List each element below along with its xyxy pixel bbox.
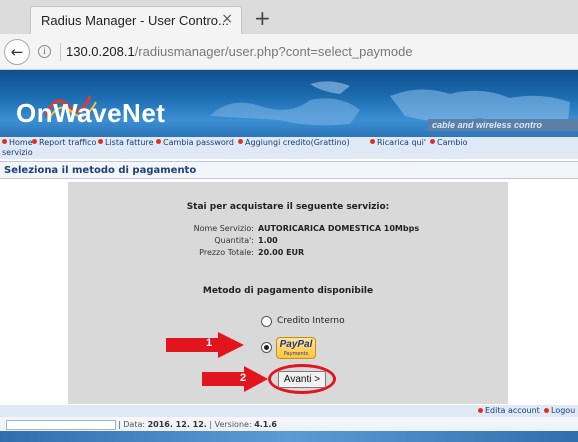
page-title: Seleziona il metodo di pagamento [4, 165, 197, 176]
user-menu: Home Report traffico Lista fatture Cambi… [0, 137, 578, 159]
bullet-icon [478, 408, 483, 413]
footer-meta: | Data: 2016. 12. 12. | Versione: 4.1.6 [118, 420, 277, 429]
info-icon[interactable]: i [38, 45, 51, 58]
url-host: 130.0.208.1 [66, 44, 135, 59]
footer-input-box [6, 420, 116, 430]
panel-heading: Stai per acquistare il seguente servizio… [186, 202, 390, 212]
paypal-logo-text: PayPal [279, 339, 313, 350]
quantity-label: Quantita': [214, 236, 254, 245]
menu-item-report-traffico[interactable]: Report traffico [32, 138, 96, 148]
bullet-icon [370, 139, 375, 144]
bullet-icon [238, 139, 243, 144]
browser-tab-bar: Radius Manager - User Contro... × + [0, 0, 578, 34]
price-value: 20.00 EUR [258, 248, 305, 257]
edit-account-link[interactable]: Edita account [478, 406, 540, 415]
service-name-value: AUTORICARICA DOMESTICA 10Mbps [258, 224, 420, 233]
logout-link[interactable]: Logou [544, 406, 575, 415]
annotation-number-2: 2 [240, 372, 247, 384]
menu-item-home[interactable]: Home [2, 138, 33, 148]
price-label: Prezzo Totale: [199, 248, 254, 257]
radio-label-credito-interno: Credito Interno [277, 316, 345, 326]
menu-item-ricarica-qui[interactable]: Ricarica qui' [370, 138, 426, 148]
close-icon[interactable]: × [221, 11, 233, 27]
annotation-number-1: 1 [206, 337, 213, 349]
bullet-icon [2, 139, 7, 144]
url-path: /radiusmanager/user.php?cont=select_paym… [134, 44, 413, 59]
browser-nav-bar: ← i 130.0.208.1/radiusmanager/user.php?c… [0, 34, 578, 70]
url-divider [60, 43, 61, 61]
bullet-icon [544, 408, 549, 413]
new-tab-icon[interactable]: + [254, 6, 271, 30]
browser-tab[interactable]: Radius Manager - User Contro... × [30, 6, 242, 34]
menu-item-cambio-servizio[interactable]: Cambio [430, 138, 467, 148]
footer-decoration [0, 431, 578, 442]
bullet-icon [430, 139, 435, 144]
avanti-button[interactable]: Avanti > [278, 371, 326, 388]
site-banner: OnWaveNet cable and wireless contro [0, 70, 578, 137]
bullet-icon [32, 139, 37, 144]
back-arrow-icon[interactable]: ← [4, 39, 30, 65]
menu-item-cambia-password[interactable]: Cambia password [156, 138, 234, 148]
radio-credito-interno[interactable] [261, 316, 272, 327]
brand-logo[interactable]: OnWaveNet [16, 98, 165, 129]
footer-links-bar: Edita account Logou [0, 405, 578, 417]
menu-item-aggiungi-credito[interactable]: Aggiungi credito(Grattino) [238, 138, 350, 148]
paypal-logo-subtext: Payments [283, 351, 309, 357]
purchase-panel: Stai per acquistare il seguente servizio… [68, 182, 508, 404]
tab-title: Radius Manager - User Contro... [41, 13, 229, 28]
bullet-icon [156, 139, 161, 144]
quantity-value: 1.00 [258, 236, 278, 245]
payment-method-heading: Metodo di pagamento disponibile [202, 286, 374, 296]
menu-item-overflow[interactable]: servizio [2, 148, 33, 158]
radio-paypal[interactable] [261, 342, 272, 353]
menu-item-lista-fatture[interactable]: Lista fatture [98, 138, 154, 148]
section-title-bar: Seleziona il metodo di pagamento [0, 161, 578, 179]
address-bar[interactable]: 130.0.208.1/radiusmanager/user.php?cont=… [66, 44, 413, 59]
brand-tagline: cable and wireless contro [428, 119, 578, 131]
paypal-logo: PayPal Payments [276, 337, 316, 359]
service-name-label: Nome Servizio: [193, 224, 254, 233]
annotation-arrow-2 [202, 366, 268, 392]
bullet-icon [98, 139, 103, 144]
annotation-arrow-1 [166, 332, 244, 358]
